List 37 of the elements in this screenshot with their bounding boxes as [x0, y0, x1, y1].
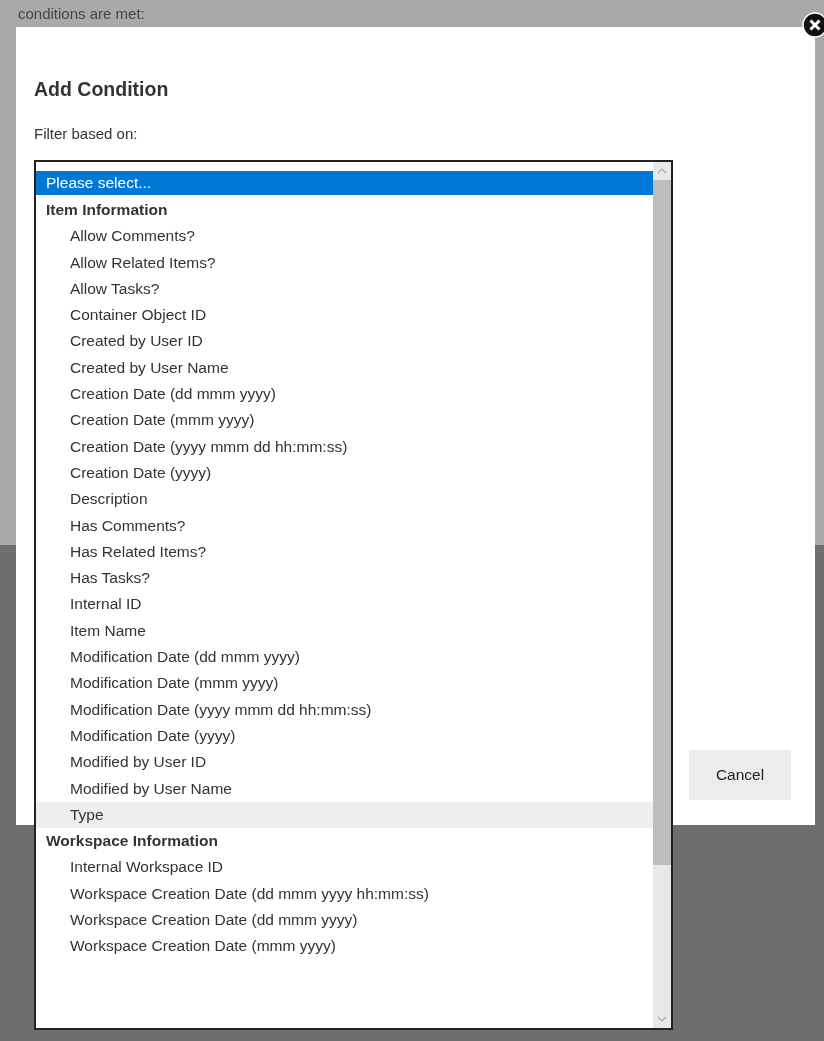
list-option[interactable]: Creation Date (yyyy mmm dd hh:mm:ss)	[36, 433, 653, 460]
list-option[interactable]: Created by User Name	[36, 354, 653, 382]
close-icon[interactable]	[802, 12, 824, 38]
field-label: Filter based on:	[33, 124, 138, 143]
list-option[interactable]: Container Object ID	[36, 302, 653, 329]
list-option[interactable]: Created by User ID	[36, 328, 653, 355]
list-option[interactable]: Modified by User Name	[36, 775, 653, 802]
list-option[interactable]: Creation Date (mmm yyyy)	[36, 407, 653, 434]
cancel-button[interactable]: Cancel	[689, 750, 791, 800]
list-option[interactable]: Workspace Creation Date (dd mmm yyyy hh:mm:ss)	[36, 880, 653, 907]
list-option[interactable]: Please select...	[36, 171, 653, 195]
list-option[interactable]: Has Tasks?	[36, 565, 653, 592]
list-option[interactable]: Internal ID	[36, 591, 653, 618]
list-option[interactable]: Workspace Creation Date (mmm yyyy)	[36, 933, 653, 960]
list-option[interactable]: Type	[36, 801, 653, 829]
list-option[interactable]: Description	[36, 486, 653, 513]
dialog-title: Add Condition	[33, 77, 169, 101]
list-option[interactable]: Modification Date (mmm yyyy)	[36, 670, 653, 697]
list-option[interactable]: Workspace Creation Date (dd mmm yyyy)	[36, 907, 653, 934]
list-option[interactable]: Modified by User ID	[36, 749, 653, 776]
list-option[interactable]: Modification Date (yyyy)	[36, 722, 653, 750]
list-option[interactable]: Has Related Items?	[36, 538, 653, 566]
group-header: Item Information	[45, 200, 169, 220]
scrollbar-thumb[interactable]	[653, 180, 671, 865]
list-option[interactable]: Creation Date (dd mmm yyyy)	[36, 381, 653, 408]
list-option[interactable]: Allow Comments?	[36, 223, 653, 250]
scrollbar[interactable]	[653, 162, 671, 1028]
list-option[interactable]: Allow Tasks?	[36, 275, 653, 303]
list-option[interactable]: Has Comments?	[36, 512, 653, 539]
list-option[interactable]: Item Name	[36, 617, 653, 645]
list-option[interactable]: Modification Date (dd mmm yyyy)	[36, 644, 653, 671]
background-text: conditions are met:	[17, 4, 145, 22]
group-header: Workspace Information	[45, 831, 219, 852]
list-option[interactable]: Creation Date (yyyy)	[36, 459, 653, 487]
list-option[interactable]: Modification Date (yyyy mmm dd hh:mm:ss)	[36, 696, 653, 723]
list-option[interactable]: Internal Workspace ID	[36, 854, 653, 881]
list-option[interactable]: Allow Related Items?	[36, 249, 653, 276]
